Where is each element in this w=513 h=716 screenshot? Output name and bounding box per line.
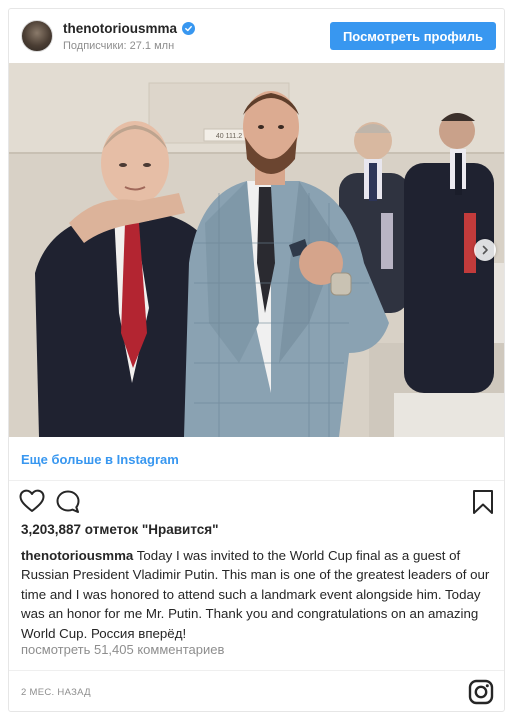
avatar[interactable]: [21, 20, 53, 52]
more-in-instagram-row: Еще больше в Instagram: [9, 437, 504, 481]
view-profile-button[interactable]: Посмотреть профиль: [330, 22, 496, 50]
post-photo[interactable]: 40 111.2: [9, 63, 504, 437]
like-count[interactable]: 3,203,887 отметок "Нравится": [21, 522, 219, 537]
action-bar: [9, 481, 504, 521]
post-footer: 2 МЕС. НАЗАД: [9, 670, 504, 711]
post-caption: thenotoriousmma Today I was invited to t…: [21, 546, 497, 643]
wall-tag-text: 40 111.2: [216, 133, 242, 140]
post-header: thenotoriousmma Подписчики: 27.1 млн Пос…: [9, 9, 504, 63]
timestamp[interactable]: 2 МЕС. НАЗАД: [21, 687, 91, 698]
instagram-embed-card: thenotoriousmma Подписчики: 27.1 млн Пос…: [8, 8, 505, 712]
bookmark-icon[interactable]: [472, 489, 494, 520]
heart-icon[interactable]: [19, 489, 45, 518]
caption-username[interactable]: thenotoriousmma: [21, 548, 133, 563]
photo-illustration: 40 111.2: [9, 63, 504, 437]
chevron-right-icon: [482, 245, 488, 255]
comment-icon[interactable]: [55, 489, 81, 520]
verified-badge-icon: [182, 22, 196, 35]
more-in-instagram-link[interactable]: Еще больше в Instagram: [21, 452, 179, 467]
next-photo-button[interactable]: [474, 239, 496, 261]
instagram-logo-icon[interactable]: [468, 679, 494, 710]
username[interactable]: thenotoriousmma: [63, 21, 177, 36]
subscriber-count: Подписчики: 27.1 млн: [63, 40, 175, 52]
username-row: thenotoriousmma: [63, 21, 196, 36]
view-comments-link[interactable]: посмотреть 51,405 комментариев: [21, 642, 224, 657]
